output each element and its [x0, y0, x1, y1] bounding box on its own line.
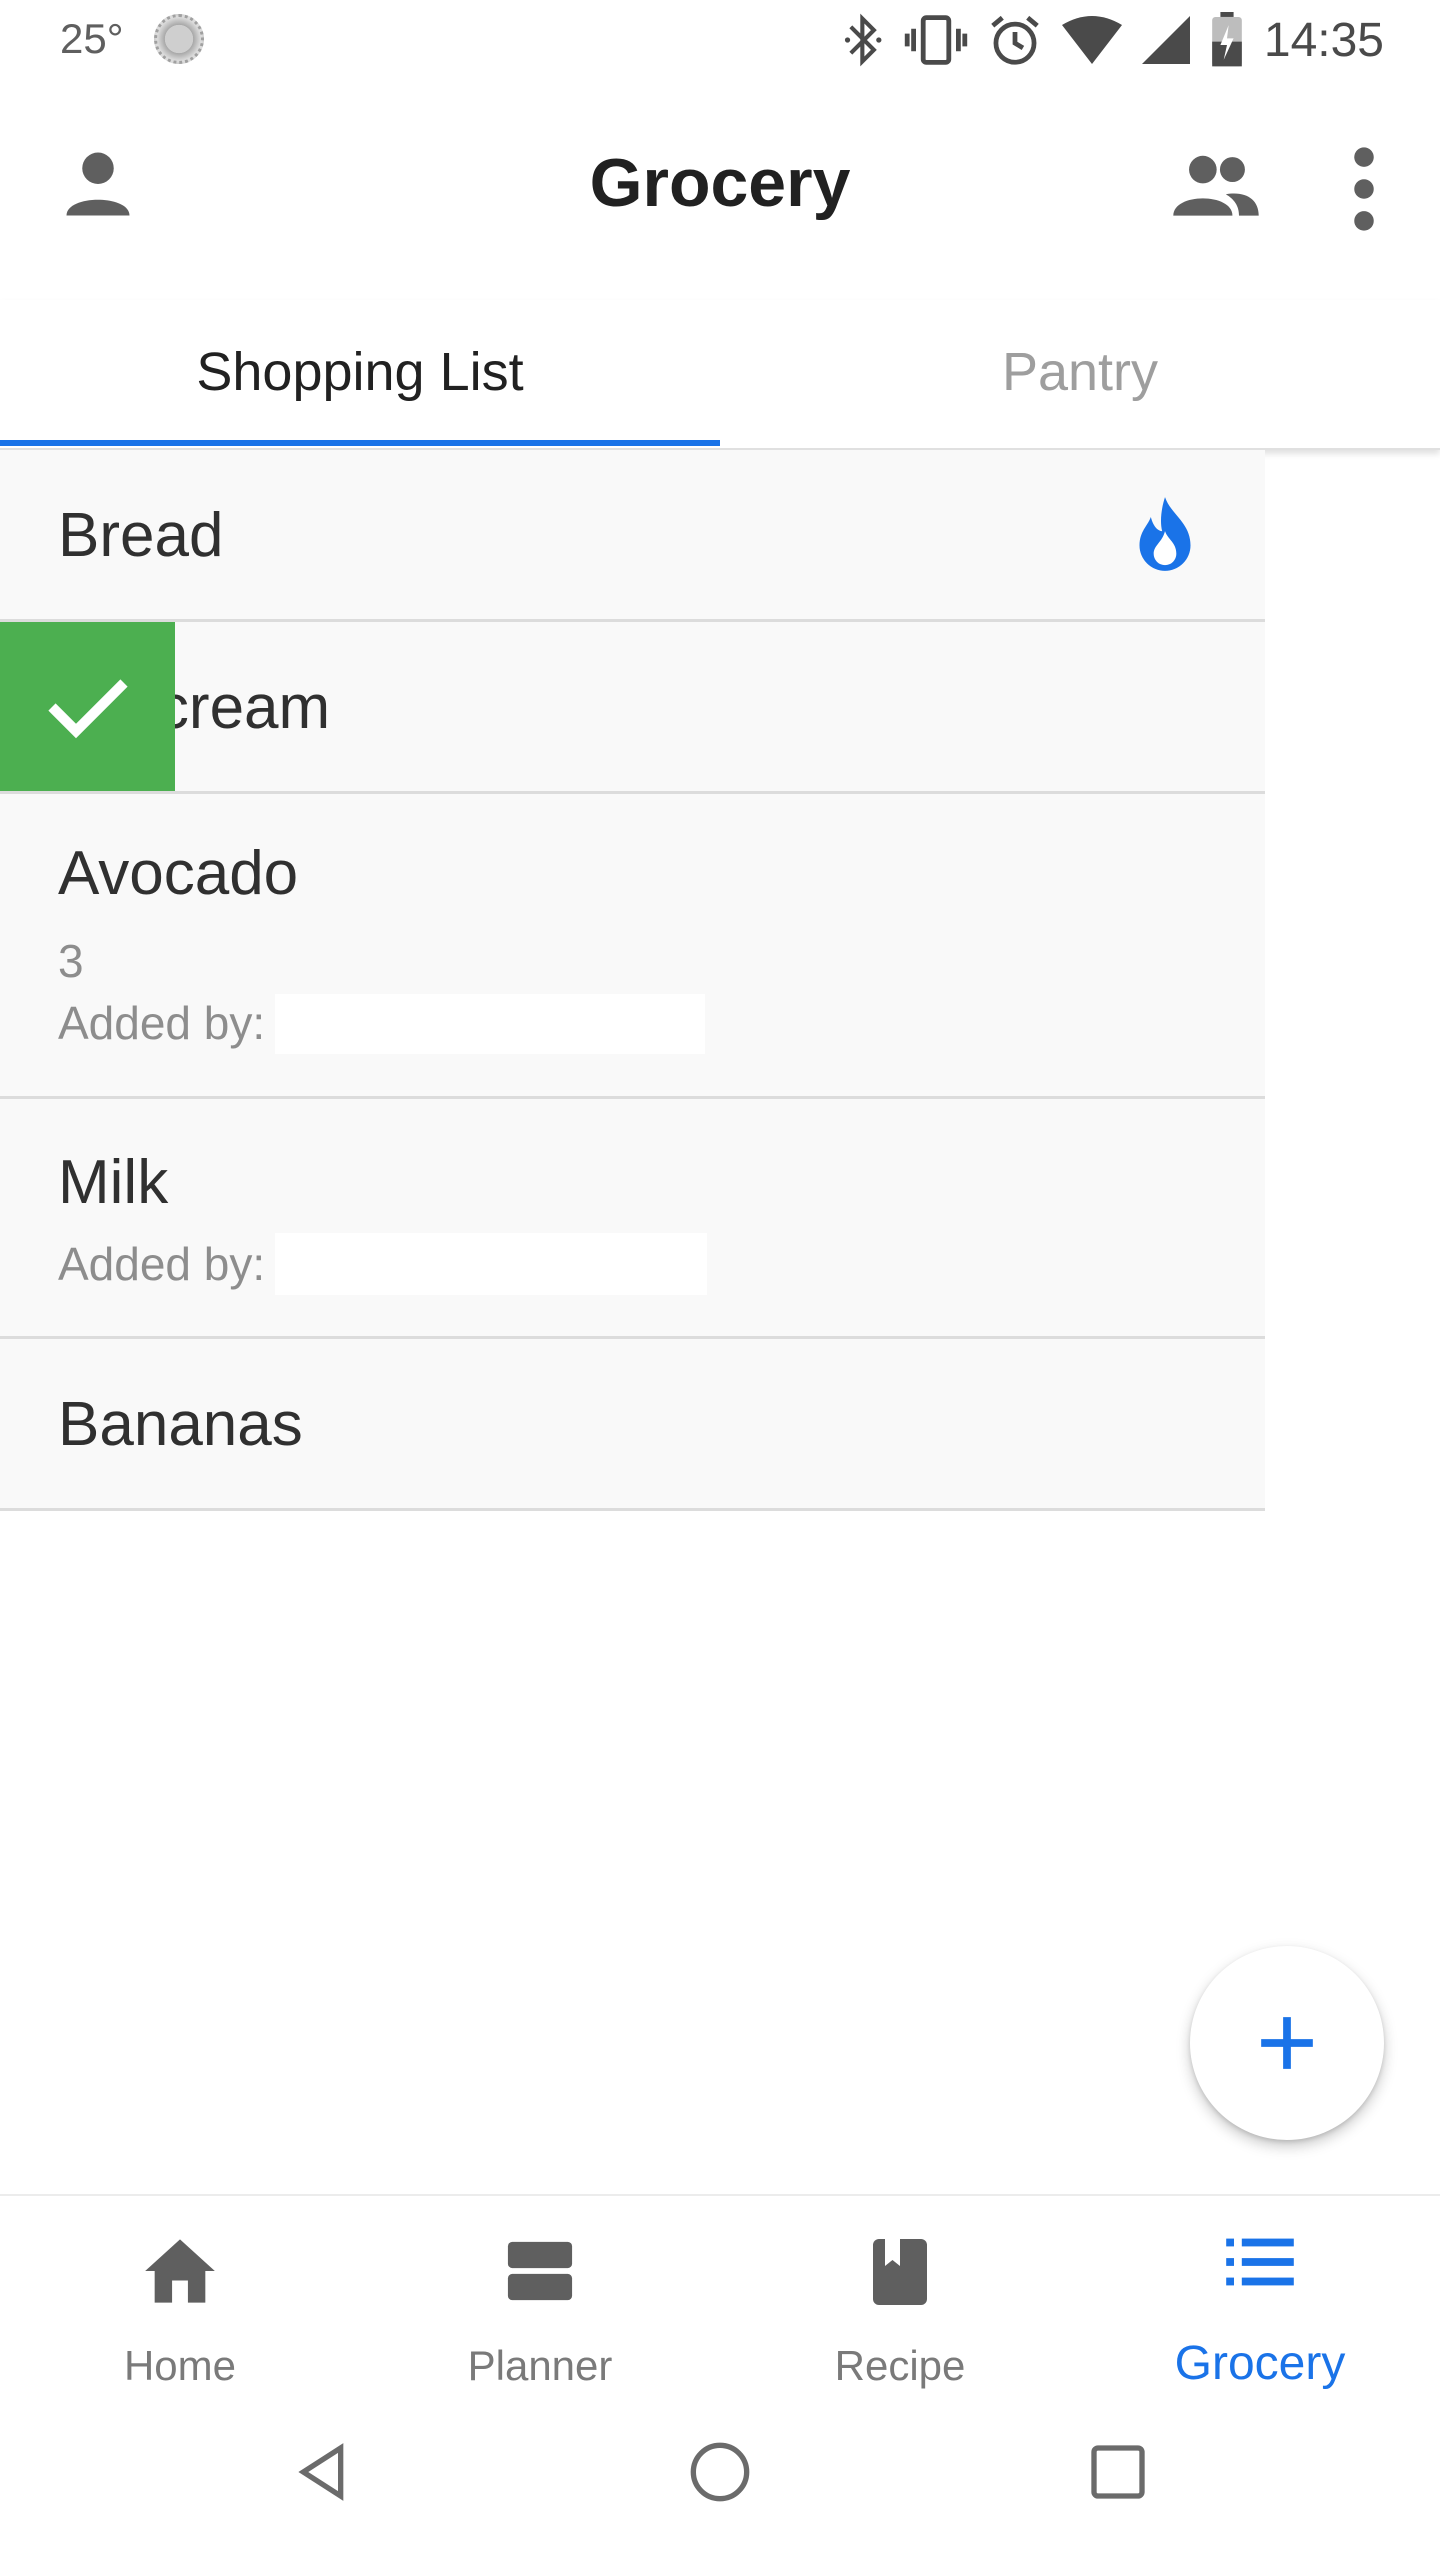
bottom-navigation: Home Planner Recipe Grocery	[0, 2194, 1440, 2414]
book-icon	[873, 2239, 927, 2305]
bluetooth-icon	[844, 13, 882, 67]
weather-icon	[153, 14, 204, 64]
added-by-label: Added by:	[58, 997, 266, 1049]
list-item[interactable]: Milk Added by:	[0, 1099, 1265, 1339]
list-item[interactable]: Bananas	[0, 1339, 1265, 1511]
item-name: Bananas	[58, 1390, 303, 1459]
add-item-button[interactable]	[1190, 1946, 1384, 2140]
nav-label: Recipe	[834, 2342, 966, 2389]
list-icon	[1226, 2238, 1294, 2286]
home-icon	[145, 2239, 215, 2303]
list-item[interactable]: Ice cream	[0, 622, 1265, 794]
status-bar: 25° 14:35	[0, 0, 1440, 84]
item-name: Avocado	[58, 839, 299, 908]
item-quantity: 3	[58, 935, 84, 987]
status-right: 14:35	[844, 12, 1384, 68]
shopping-list: Bread Ice cream Avocado 3 Added by: Milk…	[0, 450, 1265, 1511]
item-name: Milk	[58, 1148, 169, 1217]
home-button-icon[interactable]	[688, 2440, 752, 2504]
tab-indicator	[0, 440, 720, 446]
system-navigation-bar	[0, 2420, 1440, 2560]
tab-bar: Shopping List Pantry	[0, 300, 1440, 450]
planner-icon	[507, 2241, 573, 2301]
more-options-icon[interactable]	[1336, 144, 1392, 234]
back-icon[interactable]	[290, 2440, 354, 2504]
nav-item-grocery[interactable]: Grocery	[1080, 2196, 1440, 2414]
tab-shopping-list[interactable]: Shopping List	[0, 300, 720, 444]
signal-icon	[1141, 16, 1190, 64]
swipe-complete-action[interactable]	[0, 622, 175, 791]
temperature-text: 25°	[60, 15, 124, 62]
vibrate-icon	[904, 15, 968, 65]
plus-icon	[1261, 2017, 1313, 2069]
redacted-user	[275, 1233, 707, 1295]
list-item[interactable]: Avocado 3 Added by:	[0, 794, 1265, 1099]
app-bar: Grocery	[0, 84, 1440, 284]
nav-item-home[interactable]: Home	[0, 2196, 360, 2414]
nav-label: Planner	[467, 2342, 613, 2389]
tab-pantry[interactable]: Pantry	[720, 300, 1440, 444]
nav-label: Grocery	[1174, 2337, 1346, 2390]
added-by-label: Added by:	[58, 1238, 266, 1290]
alarm-icon	[991, 15, 1039, 65]
status-left: 25°	[60, 14, 204, 64]
check-icon	[47, 678, 128, 738]
clock-text: 14:35	[1263, 13, 1384, 67]
account-icon[interactable]	[56, 142, 140, 226]
nav-label: Home	[123, 2342, 237, 2389]
nav-item-recipe[interactable]: Recipe	[720, 2196, 1080, 2414]
recents-icon[interactable]	[1086, 2440, 1150, 2504]
list-item[interactable]: Bread	[0, 450, 1265, 622]
nav-item-planner[interactable]: Planner	[360, 2196, 720, 2414]
redacted-user	[275, 994, 705, 1054]
shared-users-icon[interactable]	[1170, 146, 1262, 226]
wifi-icon	[1061, 16, 1122, 64]
fire-icon[interactable]	[1131, 494, 1199, 574]
item-name: Bread	[58, 501, 224, 570]
battery-icon	[1212, 12, 1242, 67]
